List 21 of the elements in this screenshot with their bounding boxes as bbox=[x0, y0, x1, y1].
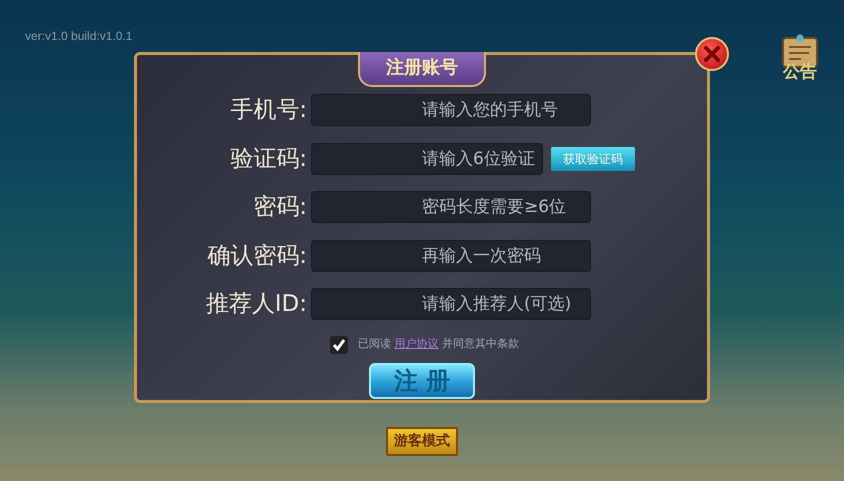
input-field[interactable]: 请输入您的手机号 bbox=[311, 94, 591, 126]
agreement-text: 已阅读 用户协议 并同意其中条款 bbox=[358, 336, 519, 352]
guest-mode-button[interactable]: 游客模式 bbox=[386, 427, 458, 456]
register-button[interactable]: 注 册 bbox=[369, 362, 475, 398]
close-icon bbox=[704, 46, 720, 62]
field-label: 密码: bbox=[252, 193, 307, 222]
field-label: 推荐人ID: bbox=[204, 290, 307, 319]
agree-checkbox[interactable] bbox=[330, 336, 348, 354]
dialog-title: 注册账号 bbox=[358, 52, 486, 87]
input-field[interactable]: 请输入推荐人(可选) bbox=[311, 288, 591, 320]
input-field[interactable]: 再输入一次密码 bbox=[311, 240, 591, 272]
input-field[interactable]: 密码长度需要≥6位 bbox=[311, 191, 591, 224]
user-agreement-link[interactable]: 用户协议 bbox=[394, 337, 438, 350]
field-label: 验证码: bbox=[229, 144, 307, 174]
close-button[interactable] bbox=[695, 37, 729, 71]
input-field[interactable]: 请输入6位验证 bbox=[311, 142, 543, 175]
notice-label[interactable]: 公告 bbox=[783, 64, 817, 81]
field-label: 确认密码: bbox=[206, 242, 307, 270]
field-label: 手机号: bbox=[229, 96, 307, 125]
version-label: ver:v1.0 build:v1.0.1 bbox=[25, 28, 132, 45]
get-code-button[interactable]: 获取验证码 bbox=[551, 146, 635, 171]
